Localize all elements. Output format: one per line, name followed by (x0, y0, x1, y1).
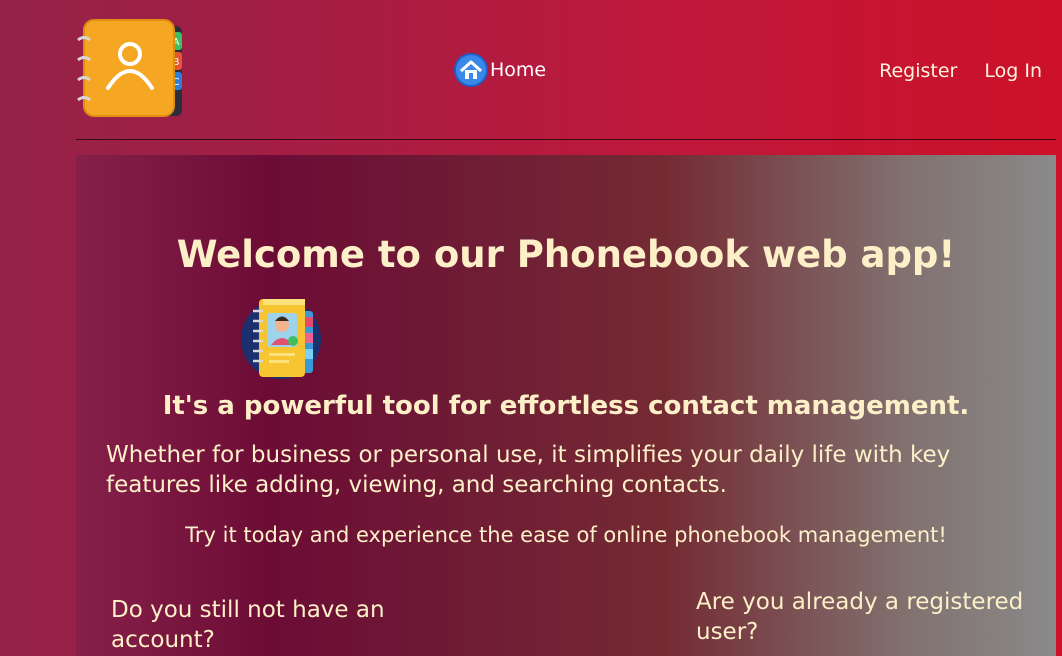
login-link[interactable]: Log In (984, 60, 1042, 82)
phonebook-illustration-icon (241, 299, 321, 379)
auth-links: Register Log In (879, 60, 1042, 82)
call-to-action-text: Try it today and experience the ease of … (185, 523, 947, 547)
header-divider (76, 139, 1056, 140)
address-book-icon[interactable]: A B C (76, 18, 186, 120)
nav-home-label: Home (490, 59, 547, 81)
nav-home-link[interactable]: Home (453, 52, 546, 88)
page-subtitle: It's a powerful tool for effortless cont… (162, 391, 970, 421)
home-icon (454, 53, 488, 87)
register-link[interactable]: Register (879, 60, 957, 82)
registered-user-question: Are you already a registered user? (696, 589, 1024, 645)
welcome-panel: Welcome to our Phonebook web app! It's a… (76, 155, 1056, 656)
no-account-question: Do you still not have an account? (111, 597, 385, 653)
header: A B C Home Register Log In (0, 0, 1062, 140)
page-title: Welcome to our Phonebook web app! (176, 233, 956, 276)
description-text: Whether for business or personal use, it… (106, 442, 951, 498)
